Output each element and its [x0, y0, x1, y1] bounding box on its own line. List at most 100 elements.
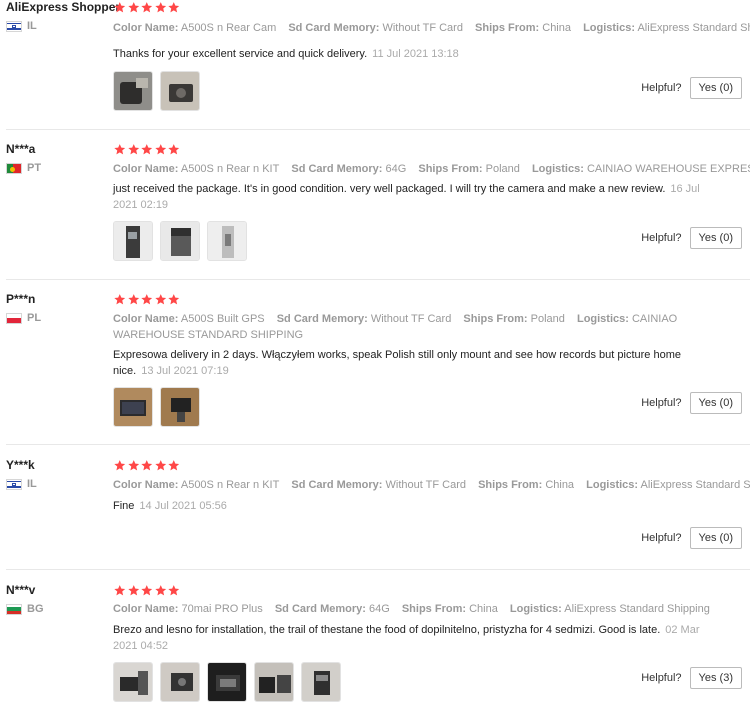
product-attributes: Color Name: A500S n Rear Cam Sd Card Mem…	[113, 20, 750, 36]
attr-sd-card: Sd Card Memory: Without TF Card	[288, 22, 463, 34]
helpful-yes-button[interactable]: Yes (3)	[689, 667, 742, 689]
helpful-yes-button[interactable]: Yes (0)	[689, 227, 742, 249]
country-code: PL	[27, 312, 42, 324]
attr-sd-card: Sd Card Memory: Without TF Card	[276, 313, 452, 325]
attr-sd-card: Sd Card Memory: 64G	[291, 163, 407, 175]
star-icon	[168, 2, 180, 13]
review-photos	[113, 221, 254, 261]
review-photo[interactable]	[160, 662, 200, 702]
helpful-yes-button[interactable]: Yes (0)	[689, 77, 742, 99]
helpful-label: Helpful?	[641, 672, 682, 684]
star-icon	[168, 144, 180, 155]
review-photo[interactable]	[301, 662, 341, 702]
country-flag-icon	[6, 20, 22, 32]
country-flag-icon	[6, 312, 22, 324]
star-icon	[114, 460, 126, 471]
reviewer-name: P***n	[6, 292, 36, 306]
attr-logistics: Logistics: AliExpress Standard Shipping	[583, 22, 750, 34]
star-icon	[127, 2, 139, 13]
attr-ships-from: Ships From: Poland	[418, 163, 520, 175]
review-photo[interactable]	[207, 662, 247, 702]
review-date: 11 Jul 2021 13:18	[372, 48, 459, 60]
reviewer-country: PL	[6, 312, 41, 324]
helpful-section: Helpful? Yes (3)	[641, 667, 742, 689]
country-flag-icon	[6, 162, 22, 174]
review-text: Brezo and lesno for installation, the tr…	[113, 623, 723, 654]
star-icon	[168, 294, 180, 305]
review-photo[interactable]	[160, 221, 200, 261]
review-divider	[6, 279, 750, 280]
attr-ships-from: Ships From: China	[475, 22, 571, 34]
reviewer-country: IL	[6, 20, 37, 32]
country-flag-icon	[6, 603, 22, 615]
helpful-yes-button[interactable]: Yes (0)	[689, 392, 742, 414]
star-icon	[114, 2, 126, 13]
review-photo[interactable]	[207, 221, 247, 261]
star-icon	[114, 144, 126, 155]
star-rating	[113, 459, 181, 473]
country-code: IL	[27, 20, 37, 32]
star-icon	[141, 294, 153, 305]
star-icon	[154, 294, 166, 305]
attr-color: Color Name: A500S Built GPS	[113, 313, 265, 325]
country-code: BG	[27, 603, 44, 615]
attr-ships-from: Ships From: Poland	[463, 313, 565, 325]
star-icon	[154, 2, 166, 13]
attr-sd-card: Sd Card Memory: 64G	[274, 603, 390, 615]
review-text: Fine 14 Jul 2021 05:56	[113, 499, 723, 515]
product-attributes: Color Name: A500S Built GPS Sd Card Memo…	[113, 311, 750, 343]
star-icon	[127, 144, 139, 155]
star-icon	[154, 585, 166, 596]
review-body: Thanks for your excellent service and qu…	[113, 48, 368, 60]
review-photo[interactable]	[113, 387, 153, 427]
reviewer-info: N***a PT	[6, 142, 41, 174]
helpful-section: Helpful? Yes (0)	[641, 392, 742, 414]
review-photo[interactable]	[160, 71, 200, 111]
review-divider	[6, 569, 750, 570]
review-text: just received the package. It's in good …	[113, 182, 723, 213]
reviewer-country: BG	[6, 603, 44, 615]
attr-ships-from: Ships From: China	[401, 603, 498, 615]
reviewer-info: P***n PL	[6, 292, 41, 324]
country-flag-icon	[6, 478, 22, 490]
reviewer-name: AliExpress Shopper	[6, 0, 121, 14]
attr-logistics: Logistics: CAINIAO WAREHOUSE EXPRESS SHI…	[531, 163, 750, 175]
helpful-section: Helpful? Yes (0)	[641, 227, 742, 249]
helpful-section: Helpful? Yes (0)	[641, 527, 742, 549]
reviewer-name: N***a	[6, 142, 36, 156]
review-photo[interactable]	[160, 387, 200, 427]
star-icon	[127, 460, 139, 471]
review-body: just received the package. It's in good …	[113, 183, 666, 195]
reviewer-country: PT	[6, 162, 41, 174]
review-photos	[113, 387, 207, 427]
review-photo[interactable]	[254, 662, 294, 702]
country-code: IL	[27, 478, 37, 490]
attr-color: Color Name: A500S n Rear n KIT	[113, 163, 280, 175]
helpful-label: Helpful?	[641, 232, 682, 244]
star-icon	[127, 294, 139, 305]
reviewer-info: Y***k IL	[6, 458, 37, 490]
reviewer-name: Y***k	[6, 458, 35, 472]
reviewer-info: AliExpress Shopper IL	[6, 0, 121, 32]
reviewer-name: N***v	[6, 583, 36, 597]
star-icon	[114, 294, 126, 305]
helpful-section: Helpful? Yes (0)	[641, 77, 742, 99]
star-icon	[154, 144, 166, 155]
review-photo[interactable]	[113, 662, 153, 702]
attr-color: Color Name: A500S n Rear n KIT	[113, 479, 280, 491]
helpful-yes-button[interactable]: Yes (0)	[689, 527, 742, 549]
star-icon	[127, 585, 139, 596]
review-photo[interactable]	[113, 221, 153, 261]
review-divider	[6, 129, 750, 130]
attr-logistics: Logistics: AliExpress Standard Shipping	[586, 479, 750, 491]
star-icon	[141, 144, 153, 155]
helpful-label: Helpful?	[641, 82, 682, 94]
country-code: PT	[27, 162, 42, 174]
review-body: Fine	[113, 500, 135, 512]
review-photos	[113, 662, 348, 702]
attr-color: Color Name: A500S n Rear Cam	[113, 22, 277, 34]
star-rating	[113, 293, 181, 307]
product-attributes: Color Name: A500S n Rear n KIT Sd Card M…	[113, 477, 750, 493]
review-photo[interactable]	[113, 71, 153, 111]
reviewer-country: IL	[6, 478, 37, 490]
